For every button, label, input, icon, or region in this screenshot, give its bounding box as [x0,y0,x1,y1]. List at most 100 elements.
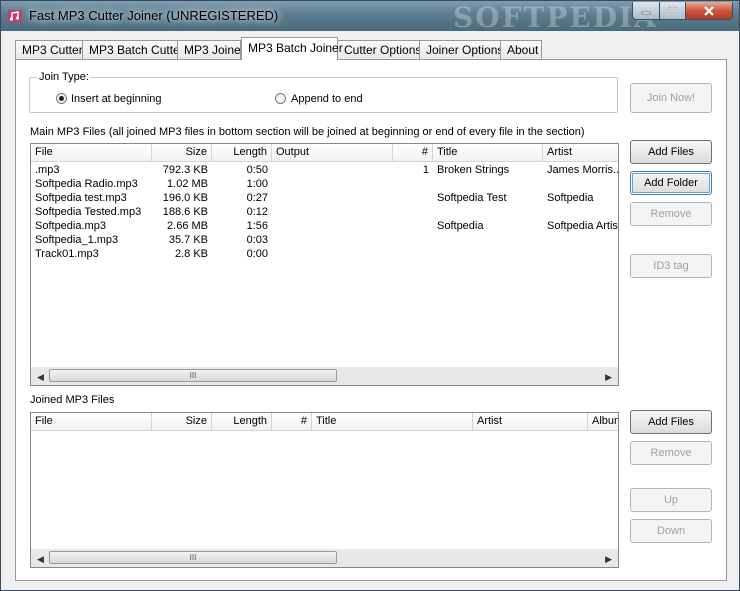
main-list-hscrollbar[interactable]: ◀ III ▶ [31,367,618,385]
title-bar[interactable]: Fast MP3 Cutter Joiner (UNREGISTERED) SO… [1,1,739,34]
cell-output [272,205,393,219]
cell-size: 2.66 MB [167,220,208,232]
move-down-button[interactable]: Down [630,519,712,543]
col-length[interactable]: Length [212,144,272,161]
col-number[interactable]: # [393,144,433,161]
cell-num: 1 [422,164,429,176]
col-number[interactable]: # [272,413,312,430]
joined-add-files-button[interactable]: Add Files [630,410,712,434]
scroll-left-icon[interactable]: ◀ [37,554,44,565]
main-mp3-files-list[interactable]: File Size Length Output # Title Artist .… [30,143,619,386]
col-album[interactable]: Album [588,413,618,430]
cell-size: 1.02 MB [167,178,208,190]
table-row[interactable]: Softpedia_1.mp3 35.7 KB 0:03 [31,233,618,247]
cell-output [272,177,393,191]
cell-num [393,205,433,219]
main-list-label: Main MP3 Files (all joined MP3 files in … [30,126,585,138]
cell-length: 0:27 [246,192,268,204]
table-row[interactable]: Softpedia test.mp3 196.0 KB 0:27 Softpedia … [31,191,618,205]
table-row[interactable]: .mp3 792.3 KB 0:50 1 Broken Strings James Mor… [31,163,618,177]
col-artist[interactable]: Artist [473,413,588,430]
cell-num [393,233,433,247]
cell-artist [543,205,618,219]
tab-cutter-options[interactable]: Cutter Options [337,40,421,59]
append-to-end-radio[interactable] [275,93,286,104]
cell-title [433,247,543,261]
cell-length: 0:12 [246,206,268,218]
cell-title [433,233,543,247]
table-row[interactable]: Softpedia Tested.mp3 188.6 KB 0:12 [31,205,618,219]
cell-artist [543,247,618,261]
cell-length: 0:50 [246,164,268,176]
tab-joiner-options[interactable]: Joiner Options [419,40,503,59]
scroll-right-icon[interactable]: ▶ [605,372,612,383]
cell-title [433,205,543,219]
maximize-button[interactable] [659,2,686,20]
cell-artist [543,233,618,247]
append-to-end-label[interactable]: Append to end [291,93,363,105]
cell-file: Softpedia_1.mp3 [35,234,119,246]
minimize-button[interactable] [632,2,660,20]
join-now-button[interactable]: Join Now! [630,83,712,113]
cell-file: .mp3 [35,164,60,176]
cell-num [393,177,433,191]
insert-at-beginning-label[interactable]: Insert at beginning [71,93,162,105]
col-title[interactable]: Title [312,413,473,430]
main-add-files-button[interactable]: Add Files [630,140,712,164]
minimize-icon [641,11,651,14]
scroll-left-icon[interactable]: ◀ [37,372,44,383]
cell-length: 0:00 [246,248,268,260]
cell-size: 792.3 KB [162,164,208,176]
cell-output [272,233,393,247]
tab-mp3-joiner[interactable]: MP3 Joiner [177,40,245,59]
maximize-icon [667,6,678,15]
cell-artist: Softpedia [547,192,594,204]
cell-file: Softpedia Tested.mp3 [35,206,142,218]
cell-length: 0:03 [246,234,268,246]
col-output[interactable]: Output [272,144,393,161]
cell-title [433,177,543,191]
move-up-button[interactable]: Up [630,488,712,512]
table-row[interactable]: Softpedia Radio.mp3 1.02 MB 1:00 [31,177,618,191]
tab-about[interactable]: About [500,40,542,59]
col-size[interactable]: Size [152,413,212,430]
app-window: Fast MP3 Cutter Joiner (UNREGISTERED) SO… [0,0,740,591]
cell-artist [543,177,618,191]
table-row[interactable]: Track01.mp3 2.8 KB 0:00 [31,247,618,261]
scroll-right-icon[interactable]: ▶ [605,554,612,565]
id3-tag-button[interactable]: ID3 tag [630,254,712,278]
cell-size: 196.0 KB [162,192,208,204]
main-remove-button[interactable]: Remove [630,202,712,226]
joined-list-header: File Size Length # Title Artist Album [31,413,618,431]
scroll-thumb[interactable]: III [49,369,337,382]
cell-file: Softpedia.mp3 [35,220,106,232]
cell-size: 188.6 KB [162,206,208,218]
main-add-folder-button[interactable]: Add Folder [630,171,712,195]
cell-num [393,191,433,205]
scroll-thumb[interactable]: III [49,551,337,564]
tab-mp3-cutter[interactable]: MP3 Cutter [15,40,83,59]
cell-artist: James Morris.. [547,164,619,176]
tab-mp3-batch-cutter[interactable]: MP3 Batch Cutter [82,40,184,59]
close-button[interactable] [685,2,733,20]
cell-num [393,247,433,261]
cell-artist: Softpedia Artis [547,220,618,232]
table-row[interactable]: Softpedia.mp3 2.66 MB 1:56 Softpedia Softped… [31,219,618,233]
joined-mp3-files-list[interactable]: File Size Length # Title Artist Album ◀ … [30,412,619,568]
cell-output [272,219,393,233]
col-artist[interactable]: Artist [543,144,618,161]
cell-file: Softpedia test.mp3 [35,192,127,204]
col-file[interactable]: File [31,413,152,430]
cell-size: 2.8 KB [174,248,208,260]
cell-length: 1:56 [246,220,268,232]
joined-list-hscrollbar[interactable]: ◀ III ▶ [31,549,618,567]
cell-num [393,219,433,233]
insert-at-beginning-radio[interactable] [56,93,67,104]
col-title[interactable]: Title [433,144,543,161]
col-file[interactable]: File [31,144,152,161]
col-size[interactable]: Size [152,144,212,161]
col-length[interactable]: Length [212,413,272,430]
cell-title: Softpedia Test [437,192,507,204]
tab-mp3-batch-joiner[interactable]: MP3 Batch Joiner [241,37,343,60]
joined-remove-button[interactable]: Remove [630,441,712,465]
